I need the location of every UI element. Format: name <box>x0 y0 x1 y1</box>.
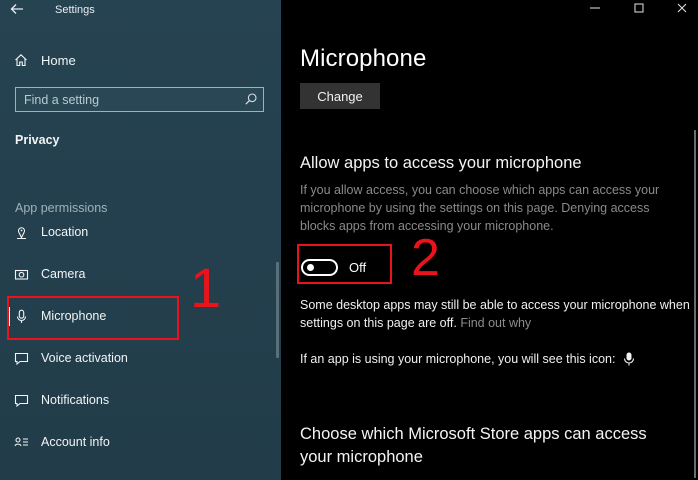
notifications-icon <box>14 394 29 407</box>
change-button[interactable]: Change <box>300 83 380 109</box>
icon-note: If an app is using your microphone, you … <box>300 352 635 366</box>
sidebar-item-location[interactable]: Location <box>14 222 88 242</box>
content-scrollbar[interactable] <box>694 130 696 478</box>
desktop-apps-note: Some desktop apps may still be able to a… <box>300 296 690 332</box>
annotation-box-1 <box>7 296 179 340</box>
sidebar-item-label: Notifications <box>41 393 110 407</box>
sidebar-item-label: Location <box>41 225 89 239</box>
store-apps-heading: Choose which Microsoft Store apps can ac… <box>300 425 647 466</box>
search-box[interactable] <box>15 87 264 112</box>
location-icon <box>17 226 26 239</box>
find-out-why-link[interactable]: Find out why <box>460 316 531 330</box>
category-title: Privacy <box>15 133 60 147</box>
home-label: Home <box>41 52 76 68</box>
sidebar-item-home[interactable]: Home <box>14 51 76 69</box>
camera-icon <box>14 269 29 280</box>
maximize-icon <box>634 3 644 13</box>
minimize-icon <box>590 7 600 9</box>
page-title: Microphone <box>300 45 427 72</box>
sidebar-item-label: Voice activation <box>41 351 128 365</box>
back-button[interactable] <box>10 2 32 20</box>
maximize-button[interactable] <box>630 2 648 18</box>
allow-heading: Allow apps to access your microphone <box>300 154 582 172</box>
allow-description: If you allow access, you can choose whic… <box>300 183 660 233</box>
search-input[interactable] <box>24 91 239 108</box>
annotation-number-1: 1 <box>190 256 222 319</box>
sidebar-item-account-info[interactable]: Account info <box>14 432 110 452</box>
sidebar-titlebar: Settings <box>0 0 281 22</box>
sidebar-item-label: Account info <box>41 435 110 449</box>
microphone-icon <box>624 352 635 366</box>
annotation-number-2: 2 <box>411 229 440 287</box>
voice-activation-icon <box>14 352 29 365</box>
section-label: App permissions <box>15 201 108 215</box>
arrow-left-icon <box>10 4 23 14</box>
close-icon <box>677 3 687 13</box>
sidebar-item-camera[interactable]: Camera <box>14 264 85 284</box>
icon-note-text: If an app is using your microphone, you … <box>300 352 616 366</box>
minimize-button[interactable] <box>586 2 604 18</box>
annotation-box-2 <box>297 244 392 284</box>
sidebar-item-voice-activation[interactable]: Voice activation <box>14 348 128 368</box>
home-icon <box>15 54 27 67</box>
app-title: Settings <box>55 4 95 16</box>
sidebar-item-notifications[interactable]: Notifications <box>14 390 109 410</box>
close-button[interactable] <box>673 2 691 18</box>
sidebar: Settings Home Privacy App permissions Lo… <box>0 0 281 480</box>
account-info-icon <box>14 436 28 446</box>
search-icon[interactable] <box>244 92 258 106</box>
sidebar-item-label: Camera <box>41 267 86 281</box>
sidebar-scrollbar[interactable] <box>276 262 279 358</box>
